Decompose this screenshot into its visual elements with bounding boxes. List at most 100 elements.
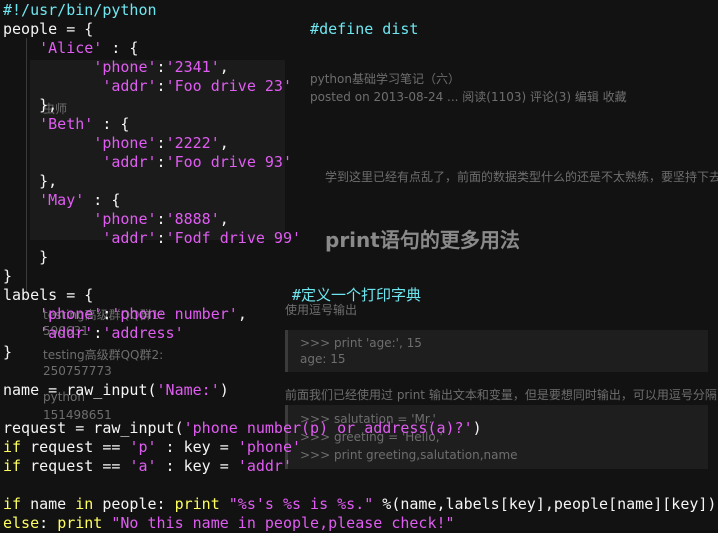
code-token: people: <box>93 495 175 513</box>
code-token: 'addr' <box>102 229 157 247</box>
code-line[interactable]: 'Alice' : { <box>3 39 138 58</box>
code-editor[interactable]: #!/usr/bin/python people = { #define dist… <box>0 0 718 533</box>
code-token: labels = { <box>3 286 94 304</box>
code-line[interactable]: 'phone':'8888', <box>3 210 229 229</box>
code-token: 'address' <box>102 324 184 342</box>
code-line[interactable]: 'addr':'Foo drive 23' <box>3 77 292 96</box>
code-token: : key = <box>156 438 238 456</box>
code-line[interactable]: } <box>3 248 48 267</box>
code-token: ) <box>219 381 229 399</box>
code-token: '2341' <box>165 58 220 76</box>
code-line[interactable]: 'phone':'2222', <box>3 134 229 153</box>
code-token: , <box>219 210 229 228</box>
code-token: : { <box>102 39 139 57</box>
code-token: 'phone' <box>237 438 302 456</box>
code-token: request == <box>21 457 130 475</box>
code-token: 'Alice' <box>39 39 103 57</box>
code-token: 'phone' <box>93 210 157 228</box>
code-token: : <box>156 229 166 247</box>
code-line[interactable]: if request == 'a' : key = 'addr' <box>3 457 292 476</box>
code-token: request = raw_input( <box>3 419 184 437</box>
code-token: ) <box>472 419 482 437</box>
code-token: 'Beth' <box>39 115 94 133</box>
code-line[interactable]: } <box>3 343 12 362</box>
code-line[interactable]: 'addr':'address' <box>3 324 184 343</box>
code-token: in <box>75 495 94 513</box>
code-token: 'a' <box>129 457 157 475</box>
code-token: 'Fodf drive 99' <box>165 229 302 247</box>
code-token: %(name,labels[key],people[name][key]) <box>373 495 717 513</box>
code-line[interactable]: 'addr':'Fodf drive 99' <box>3 229 301 248</box>
code-token: : { <box>93 115 130 133</box>
code-token: #!/usr/bin/python <box>3 1 157 19</box>
code-line[interactable]: labels = { #定义一个打印字典 <box>3 286 421 305</box>
code-token: people = { <box>3 20 94 38</box>
code-line[interactable]: #!/usr/bin/python <box>3 1 157 20</box>
code-line[interactable]: }, <box>3 96 57 115</box>
code-token: 'addr' <box>102 153 157 171</box>
code-token: 'Foo drive 23' <box>165 77 292 95</box>
code-token: 'phone' <box>93 58 157 76</box>
code-token: } <box>3 343 13 361</box>
code-token: print <box>57 514 103 532</box>
code-token: 'Name:' <box>156 381 220 399</box>
code-token: print <box>174 495 220 513</box>
code-token: if <box>3 438 22 456</box>
code-token: name = raw_input( <box>3 381 157 399</box>
code-line[interactable]: }, <box>3 172 57 191</box>
code-token: : <box>156 77 166 95</box>
code-token: : <box>39 514 58 532</box>
code-line[interactable]: request = raw_input('phone number(p) or … <box>3 419 482 438</box>
code-line[interactable]: } <box>3 267 12 286</box>
code-line[interactable]: else: print "No this name in people,plea… <box>3 514 455 533</box>
code-token: 'phone' <box>93 134 157 152</box>
code-line[interactable]: name = raw_input('Name:') <box>3 381 229 400</box>
code-token: : <box>156 134 166 152</box>
code-token: '2222' <box>165 134 220 152</box>
code-token: 'p' <box>129 438 157 456</box>
code-token: : <box>156 58 166 76</box>
code-line[interactable]: 'phone':'2341', <box>3 58 229 77</box>
code-token: 'Foo drive 93' <box>165 153 292 171</box>
code-token: else <box>3 514 40 532</box>
code-line[interactable]: people = { #define dist <box>3 20 418 39</box>
code-line[interactable]: 'May' : { <box>3 191 120 210</box>
code-token: "%s's %s is %s." <box>228 495 374 513</box>
code-token: }, <box>3 172 58 190</box>
code-token: : key = <box>156 457 238 475</box>
code-token: 'phone' <box>39 305 103 323</box>
code-line[interactable]: if name in people: print "%s's %s is %s.… <box>3 495 716 514</box>
code-token: } <box>3 267 13 285</box>
code-token: , <box>219 58 229 76</box>
code-line[interactable]: 'Beth' : { <box>3 115 129 134</box>
code-token: #define dist <box>93 20 419 38</box>
code-token: 'phone number(p) or address(a)?' <box>183 419 473 437</box>
code-line[interactable]: if request == 'p' : key = 'phone' <box>3 438 301 457</box>
code-token: : { <box>84 191 121 209</box>
code-token: }, <box>3 96 58 114</box>
code-token: if <box>3 495 22 513</box>
code-token: '8888' <box>165 210 220 228</box>
code-line[interactable]: 'addr':'Foo drive 93' <box>3 153 292 172</box>
code-token: 'phone number' <box>111 305 238 323</box>
code-token: } <box>3 248 49 266</box>
code-line[interactable]: 'phone':'phone number', <box>3 305 247 324</box>
code-token: if <box>3 457 22 475</box>
code-token: , <box>219 134 229 152</box>
code-token: , <box>237 305 247 323</box>
code-token: 'addr' <box>39 324 94 342</box>
code-token: name <box>21 495 76 513</box>
code-token: #定义一个打印字典 <box>93 286 422 304</box>
code-token: 'addr' <box>237 457 292 475</box>
